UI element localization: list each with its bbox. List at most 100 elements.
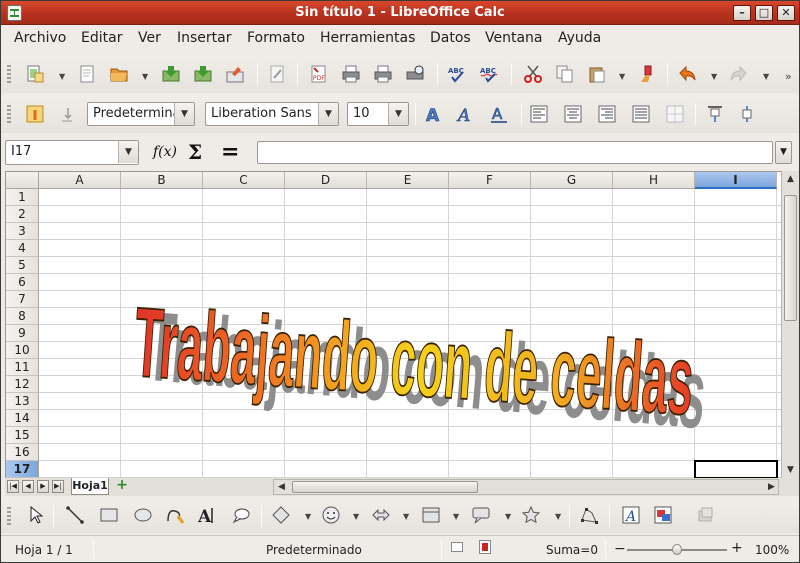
menu-ventana[interactable]: Ventana — [485, 30, 543, 46]
formula-input[interactable] — [257, 141, 773, 164]
font-name-combo[interactable]: Liberation Sans ▼ — [205, 102, 339, 126]
fontwork-gallery-icon[interactable]: A — [619, 503, 643, 527]
redo-dropdown-icon[interactable]: ▼ — [763, 72, 769, 81]
open-folder-icon[interactable] — [107, 62, 131, 86]
maximize-button[interactable]: □ — [755, 5, 773, 21]
save-as-icon[interactable] — [191, 62, 215, 86]
menu-ver[interactable]: Ver — [138, 30, 161, 46]
menu-editar[interactable]: Editar — [81, 30, 122, 46]
spreadsheet-grid[interactable]: A B C D E F G H I 1 2 3 4 5 6 7 8 9 10 11 12 13 14 15 16 17 Traba… — [5, 171, 781, 478]
toolbar-grip[interactable] — [7, 105, 11, 123]
menu-formato[interactable]: Formato — [247, 30, 305, 46]
menu-insertar[interactable]: Insertar — [177, 30, 232, 46]
paste-icon[interactable] — [585, 62, 609, 86]
align-right-icon[interactable] — [595, 102, 619, 126]
document-modified-icon[interactable] — [479, 540, 491, 554]
save-icon[interactable] — [159, 62, 183, 86]
name-box[interactable]: I17 ▼ — [5, 140, 139, 165]
callouts-dropdown-icon[interactable]: ▼ — [505, 512, 511, 521]
flowchart-dropdown-icon[interactable]: ▼ — [453, 512, 459, 521]
last-sheet-icon[interactable]: ▶| — [52, 480, 64, 493]
basic-shapes-icon[interactable] — [269, 503, 293, 527]
copy-icon[interactable] — [553, 62, 577, 86]
line-icon[interactable] — [63, 503, 87, 527]
clone-formatting-icon[interactable] — [635, 62, 659, 86]
fill-format-mode-icon[interactable] — [55, 102, 79, 126]
paste-dropdown-icon[interactable]: ▼ — [619, 72, 625, 81]
font-size-combo[interactable]: 10 ▼ — [347, 102, 409, 126]
print-direct-icon[interactable] — [371, 62, 395, 86]
chevron-down-icon[interactable]: ▼ — [174, 103, 194, 125]
chevron-down-icon[interactable]: ▼ — [318, 103, 338, 125]
insert-image-icon[interactable] — [651, 503, 675, 527]
bold-icon[interactable]: A — [421, 102, 445, 126]
zoom-out-icon[interactable]: − — [614, 541, 626, 557]
block-arrows-icon[interactable] — [369, 503, 393, 527]
prev-sheet-icon[interactable]: ◀ — [22, 480, 34, 493]
flowchart-icon[interactable] — [419, 503, 443, 527]
close-button[interactable]: ✕ — [777, 5, 795, 21]
justify-icon[interactable] — [629, 102, 653, 126]
rectangle-icon[interactable] — [97, 503, 121, 527]
callout-icon[interactable] — [229, 503, 253, 527]
menu-datos[interactable]: Datos — [430, 30, 471, 46]
scroll-up-icon[interactable]: ▲ — [787, 174, 794, 184]
toolbar-grip[interactable] — [7, 507, 11, 525]
block-arrows-dropdown-icon[interactable]: ▼ — [403, 512, 409, 521]
vertical-scroll-thumb[interactable] — [784, 195, 797, 321]
undo-dropdown-icon[interactable]: ▼ — [711, 72, 717, 81]
menu-herramientas[interactable]: Herramientas — [320, 30, 415, 46]
print-preview-icon[interactable] — [403, 62, 427, 86]
callouts-icon[interactable] — [469, 503, 493, 527]
redo-icon[interactable] — [727, 62, 751, 86]
selection-mode-icon[interactable] — [451, 542, 463, 552]
zoom-in-icon[interactable]: + — [731, 540, 743, 556]
first-sheet-icon[interactable]: |◀ — [7, 480, 19, 493]
align-center-icon[interactable] — [561, 102, 585, 126]
chevron-down-icon[interactable]: ▼ — [388, 103, 408, 125]
scroll-left-icon[interactable]: ◀ — [278, 482, 285, 492]
formula-equals-icon[interactable]: = — [221, 139, 239, 165]
freeform-line-icon[interactable] — [163, 503, 187, 527]
ellipse-icon[interactable] — [131, 503, 155, 527]
chevron-down-icon[interactable]: ▼ — [118, 141, 138, 163]
expand-formula-icon[interactable]: ▼ — [775, 141, 792, 164]
select-arrow-icon[interactable] — [23, 503, 47, 527]
new-document-icon[interactable] — [23, 62, 47, 86]
spellcheck-icon[interactable]: ABC — [445, 62, 469, 86]
toolbar-overflow-icon[interactable]: » — [785, 70, 792, 83]
scroll-down-icon[interactable]: ▼ — [787, 465, 794, 475]
align-top-icon[interactable] — [703, 102, 727, 126]
zoom-level[interactable]: 100% — [755, 543, 789, 557]
vertical-scrollbar[interactable]: ▲ ▼ — [781, 171, 799, 478]
print-icon[interactable] — [339, 62, 363, 86]
stars-dropdown-icon[interactable]: ▼ — [555, 512, 561, 521]
templates-icon[interactable] — [75, 62, 99, 86]
cut-icon[interactable] — [521, 62, 545, 86]
paragraph-style-combo[interactable]: Predeterminado ▼ — [87, 102, 195, 126]
symbol-shapes-icon[interactable] — [319, 503, 343, 527]
sum-icon[interactable]: Σ — [188, 140, 202, 164]
zoom-slider-knob[interactable] — [672, 544, 682, 555]
styles-formatting-icon[interactable] — [23, 102, 47, 126]
autospellcheck-icon[interactable]: ABC — [477, 62, 501, 86]
scroll-right-icon[interactable]: ▶ — [768, 482, 775, 492]
symbol-shapes-dropdown-icon[interactable]: ▼ — [353, 512, 359, 521]
merge-cells-icon[interactable] — [663, 102, 687, 126]
undo-icon[interactable] — [675, 62, 699, 86]
add-sheet-icon[interactable]: + — [113, 478, 131, 494]
menu-ayuda[interactable]: Ayuda — [558, 30, 601, 46]
fontwork-object[interactable]: Trabajando con de celdas Trabajando con … — [6, 172, 781, 478]
status-page-style[interactable]: Predeterminado — [266, 543, 362, 557]
next-sheet-icon[interactable]: ▶ — [37, 480, 49, 493]
open-dropdown-icon[interactable]: ▼ — [142, 72, 148, 81]
sheet-tab-hoja1[interactable]: Hoja1 — [71, 478, 109, 495]
menu-archivo[interactable]: Archivo — [14, 30, 66, 46]
basic-shapes-dropdown-icon[interactable]: ▼ — [305, 512, 311, 521]
underline-icon[interactable]: A — [487, 102, 511, 126]
send-email-icon[interactable] — [223, 62, 247, 86]
italic-icon[interactable]: A — [453, 102, 477, 126]
horizontal-scrollbar[interactable]: ◀ ▶ — [273, 479, 779, 495]
align-left-icon[interactable] — [527, 102, 551, 126]
function-wizard-icon[interactable]: f(x) — [153, 144, 177, 160]
